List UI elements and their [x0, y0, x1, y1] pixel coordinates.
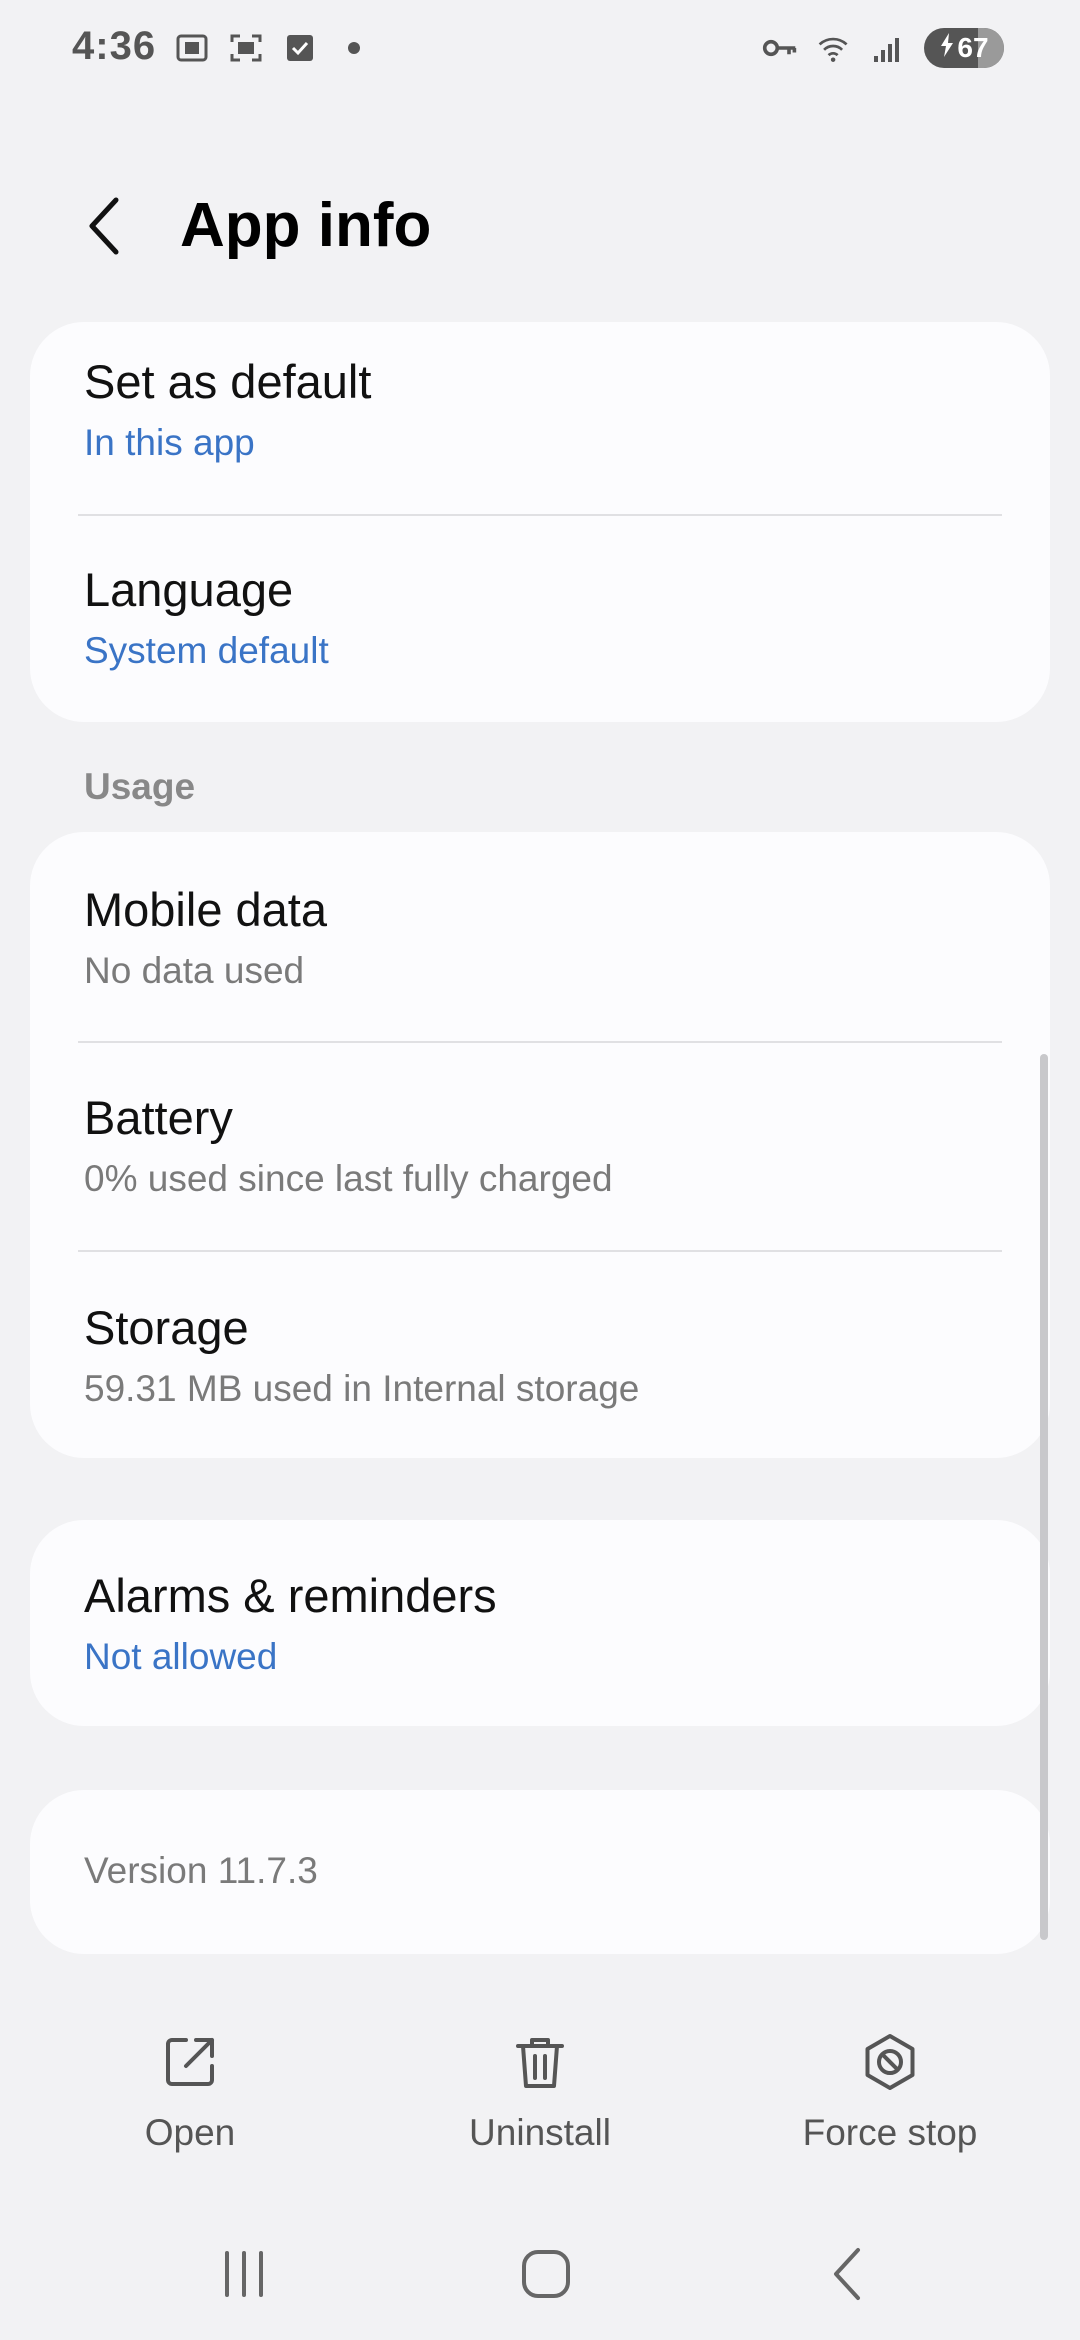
dot-icon — [336, 30, 372, 66]
recents-button[interactable] — [204, 2242, 284, 2306]
language-row[interactable]: Language System default — [30, 518, 1050, 722]
vpn-key-icon — [762, 30, 798, 66]
app-bar: App info — [0, 180, 1080, 272]
uninstall-button[interactable]: Uninstall — [420, 2030, 660, 2154]
recents-icon — [225, 2251, 263, 2297]
version-card: Version 11.7.3 — [30, 1790, 1050, 1954]
checkbox-icon — [282, 30, 318, 66]
bolt-icon — [939, 32, 955, 64]
battery-percent: 67 — [957, 32, 989, 63]
battery-value: 0% used since last fully charged — [84, 1158, 613, 1199]
battery-indicator: 67 — [924, 28, 1004, 68]
chevron-left-icon — [89, 197, 119, 255]
open-button[interactable]: Open — [70, 2030, 310, 2154]
storage-row[interactable]: Storage 59.31 MB used in Internal storag… — [30, 1252, 1050, 1458]
scroll-indicator — [1040, 1054, 1048, 1940]
trash-icon — [508, 2030, 572, 2094]
page-title: App info — [180, 191, 432, 260]
storage-value: 59.31 MB used in Internal storage — [84, 1368, 640, 1409]
mobile-data-row[interactable]: Mobile data No data used — [30, 832, 1050, 1042]
set-as-default-title: Set as default — [84, 355, 372, 408]
version-text: Version 11.7.3 — [84, 1850, 318, 1891]
back-button[interactable] — [72, 194, 136, 258]
screenshot-icon — [174, 30, 210, 66]
defaults-card: Set as default In this app Language Syst… — [30, 322, 1050, 722]
home-icon — [522, 2250, 570, 2298]
alarms-reminders-title: Alarms & reminders — [84, 1569, 497, 1622]
language-title: Language — [84, 563, 294, 616]
alarms-card: Alarms & reminders Not allowed — [30, 1520, 1050, 1726]
bottom-action-bar: Open Uninstall Force stop — [0, 2030, 1080, 2180]
uninstall-label: Uninstall — [469, 2112, 611, 2153]
set-as-default-row[interactable]: Set as default In this app — [30, 322, 1050, 518]
open-external-icon — [158, 2030, 222, 2094]
status-bar: 4:36 67 — [0, 0, 1080, 104]
battery-row[interactable]: Battery 0% used since last fully charged — [30, 1042, 1050, 1252]
force-stop-label: Force stop — [802, 2112, 978, 2153]
battery-title: Battery — [84, 1091, 233, 1144]
alarms-reminders-row[interactable]: Alarms & reminders Not allowed — [30, 1520, 1050, 1726]
alarms-reminders-value: Not allowed — [84, 1636, 278, 1677]
status-time: 4:36 — [72, 24, 157, 68]
mobile-data-value: No data used — [84, 950, 305, 991]
nav-back-button[interactable] — [808, 2242, 888, 2306]
wifi-icon — [816, 30, 852, 66]
status-system-icons: 67 — [762, 28, 1004, 68]
set-as-default-value: In this app — [84, 422, 255, 463]
mobile-data-title: Mobile data — [84, 883, 327, 936]
nav-back-icon — [834, 2248, 860, 2300]
status-notification-icons — [174, 30, 372, 66]
force-stop-button[interactable]: Force stop — [770, 2030, 1010, 2154]
stop-icon — [858, 2030, 922, 2094]
storage-title: Storage — [84, 1301, 249, 1354]
language-value: System default — [84, 630, 329, 671]
home-button[interactable] — [506, 2242, 586, 2306]
system-nav-bar — [0, 2220, 1080, 2320]
usage-section-label: Usage — [84, 766, 196, 807]
signal-icon — [870, 30, 906, 66]
divider — [78, 514, 1002, 516]
open-label: Open — [144, 2112, 236, 2153]
usage-card: Mobile data No data used Battery 0% used… — [30, 832, 1050, 1458]
scan-icon — [228, 30, 264, 66]
